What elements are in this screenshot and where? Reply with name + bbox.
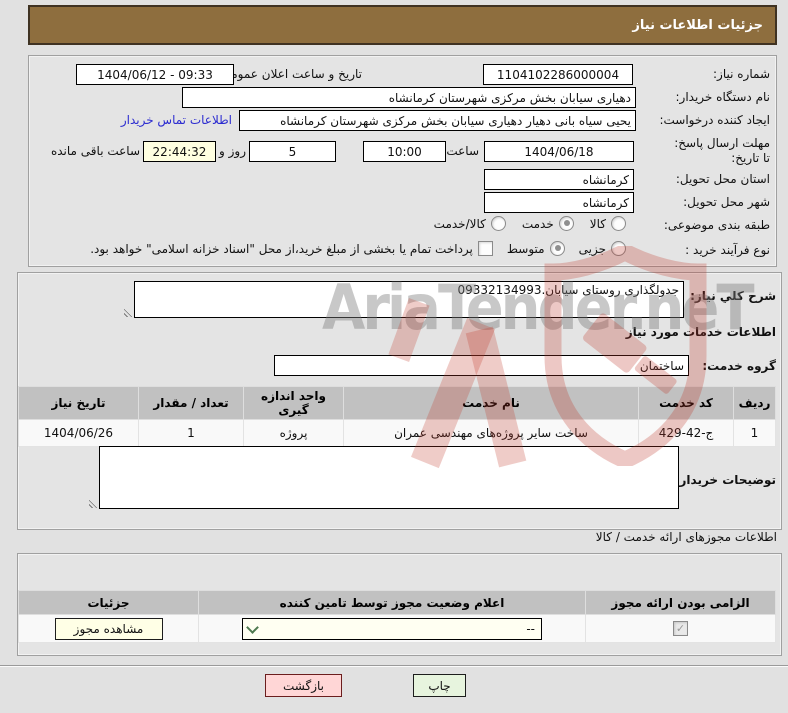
license-table-row: -- مشاهده مجوز [18,614,776,643]
radio-unchecked-icon[interactable] [611,241,626,256]
licenses-panel: الزامی بودن ارائه مجوز اعلام وضعیت مجوز … [17,553,782,656]
licenses-section-title: اطلاعات مجوزهای ارائه خدمت / کالا [595,530,777,544]
cell-quantity: 1 [138,419,244,447]
countdown-timer [143,141,216,162]
category-service-label: خدمت [521,216,554,231]
buyer-name-input[interactable] [182,87,636,108]
need-number-label: شماره نیاز: [713,67,770,81]
treasury-docs-option[interactable]: پرداخت تمام یا بخشی از مبلغ خرید،از محل … [90,241,493,256]
delivery-city-input[interactable] [484,192,634,213]
radio-checked-icon[interactable] [549,241,565,256]
cell-unit: پروژه [243,419,344,447]
service-group-input[interactable] [274,355,689,376]
delivery-city-label: شهر محل تحویل: [683,195,770,209]
category-goods-label: کالا [589,216,606,231]
subject-category-label: طبقه بندی موضوعی: [663,218,770,232]
col-unit: واحد اندازه گیری [243,386,344,420]
col-need-date: تاریخ نیاز [18,386,139,420]
deadline-label: مهلت ارسال پاسخ: تا تاریخ: [674,136,770,165]
need-description-textarea[interactable]: جدولگذاری روستای سیابان.09332134993 [134,281,684,318]
category-option-service[interactable]: خدمت [522,216,574,231]
licenses-table: الزامی بودن ارائه مجوز اعلام وضعیت مجوز … [18,590,776,643]
service-table-row: 1 ج-42-429 ساخت سایر پروژه‌های مهندسی عم… [18,419,776,447]
hours-remaining-label: ساعت باقی مانده [50,144,140,158]
radio-checked-icon[interactable] [558,216,574,231]
category-goods-service-label: کالا/خدمت [433,216,486,231]
cell-service-name: ساخت سایر پروژه‌های مهندسی عمران [343,419,639,447]
cell-details: مشاهده مجوز [18,614,199,643]
deadline-hour-label: ساعت [446,144,479,158]
deadline-time-input[interactable] [363,141,446,162]
need-number-input[interactable] [483,64,633,85]
requester-label: ایجاد کننده درخواست: [659,113,770,127]
col-quantity: تعداد / مقدار [138,386,244,420]
buyer-contact-link[interactable]: اطلاعات تماس خریدار [121,113,232,127]
license-status-select[interactable]: -- [242,617,542,640]
announce-datetime-input[interactable] [76,64,234,85]
purchase-process-group: جزیی متوسط پرداخت تمام یا بخشی از مبلغ خ… [90,241,626,256]
subject-category-group: کالا خدمت کالا/خدمت [434,216,626,231]
checkbox-unchecked-icon[interactable] [477,241,493,256]
days-and-label: روز و [219,144,246,158]
need-info-panel: شماره نیاز: تاریخ و ساعت اعلان عمومی: نا… [28,55,777,267]
need-details-page: { "header": { "title": "جزئیات اطلاعات ن… [0,0,788,713]
deadline-date-input[interactable] [484,141,634,162]
col-license-status: اعلام وضعیت مجوز توسط تامین کننده [198,590,586,615]
col-service-code: کد خدمت [638,386,734,420]
col-details: جزئیات [18,590,199,615]
print-button[interactable]: چاپ [413,674,466,697]
category-option-goods[interactable]: کالا [590,216,626,231]
checkbox-checked-icon[interactable] [673,621,688,636]
cell-row-number: 1 [733,419,776,447]
back-button[interactable]: بازگشت [265,674,342,697]
cell-service-code: ج-42-429 [638,419,734,447]
requester-input[interactable] [239,110,636,131]
radio-unchecked-icon[interactable] [490,216,506,231]
process-medium-label: متوسط [506,241,545,256]
delivery-province-input[interactable] [484,169,634,190]
process-option-medium[interactable]: متوسط [507,241,565,256]
page-title-bar: جزئیات اطلاعات نیاز [28,5,777,45]
radio-unchecked-icon[interactable] [611,216,626,231]
services-section-title: اطلاعات خدمات مورد نیاز [625,325,776,339]
cell-license-required [585,614,776,643]
cell-license-status: -- [198,614,586,643]
need-description-label: شرح کلي نياز: [690,289,776,303]
delivery-province-label: استان محل تحویل: [675,172,770,186]
process-minor-label: جزیی [578,241,606,256]
cell-need-date: 1404/06/26 [18,419,139,447]
service-group-label: گروه خدمت: [702,359,776,373]
buyer-notes-textarea[interactable] [99,446,679,509]
services-panel: شرح کلي نياز: جدولگذاری روستای سیابان.09… [17,272,782,530]
treasury-docs-label: پرداخت تمام یا بخشی از مبلغ خرید،از محل … [90,241,473,256]
remaining-days-input[interactable] [249,141,336,162]
view-license-button[interactable]: مشاهده مجوز [54,617,163,640]
buyer-notes-label: توضیحات خریدار: [674,473,776,487]
footer-divider [0,665,788,667]
col-license-required: الزامی بودن ارائه مجوز [585,590,776,615]
col-service-name: نام خدمت [343,386,639,420]
purchase-process-label: نوع فرآیند خرید : [685,243,770,257]
col-row-number: ردیف [733,386,776,420]
process-option-minor[interactable]: جزیی [579,241,626,256]
buyer-name-label: نام دستگاه خریدار: [675,90,771,104]
services-table: ردیف کد خدمت نام خدمت واحد اندازه گیری ت… [18,386,776,447]
announce-datetime-label: تاریخ و ساعت اعلان عمومی: [217,67,362,81]
page-title: جزئیات اطلاعات نیاز [632,17,763,33]
category-option-goods-service[interactable]: کالا/خدمت [434,216,506,231]
